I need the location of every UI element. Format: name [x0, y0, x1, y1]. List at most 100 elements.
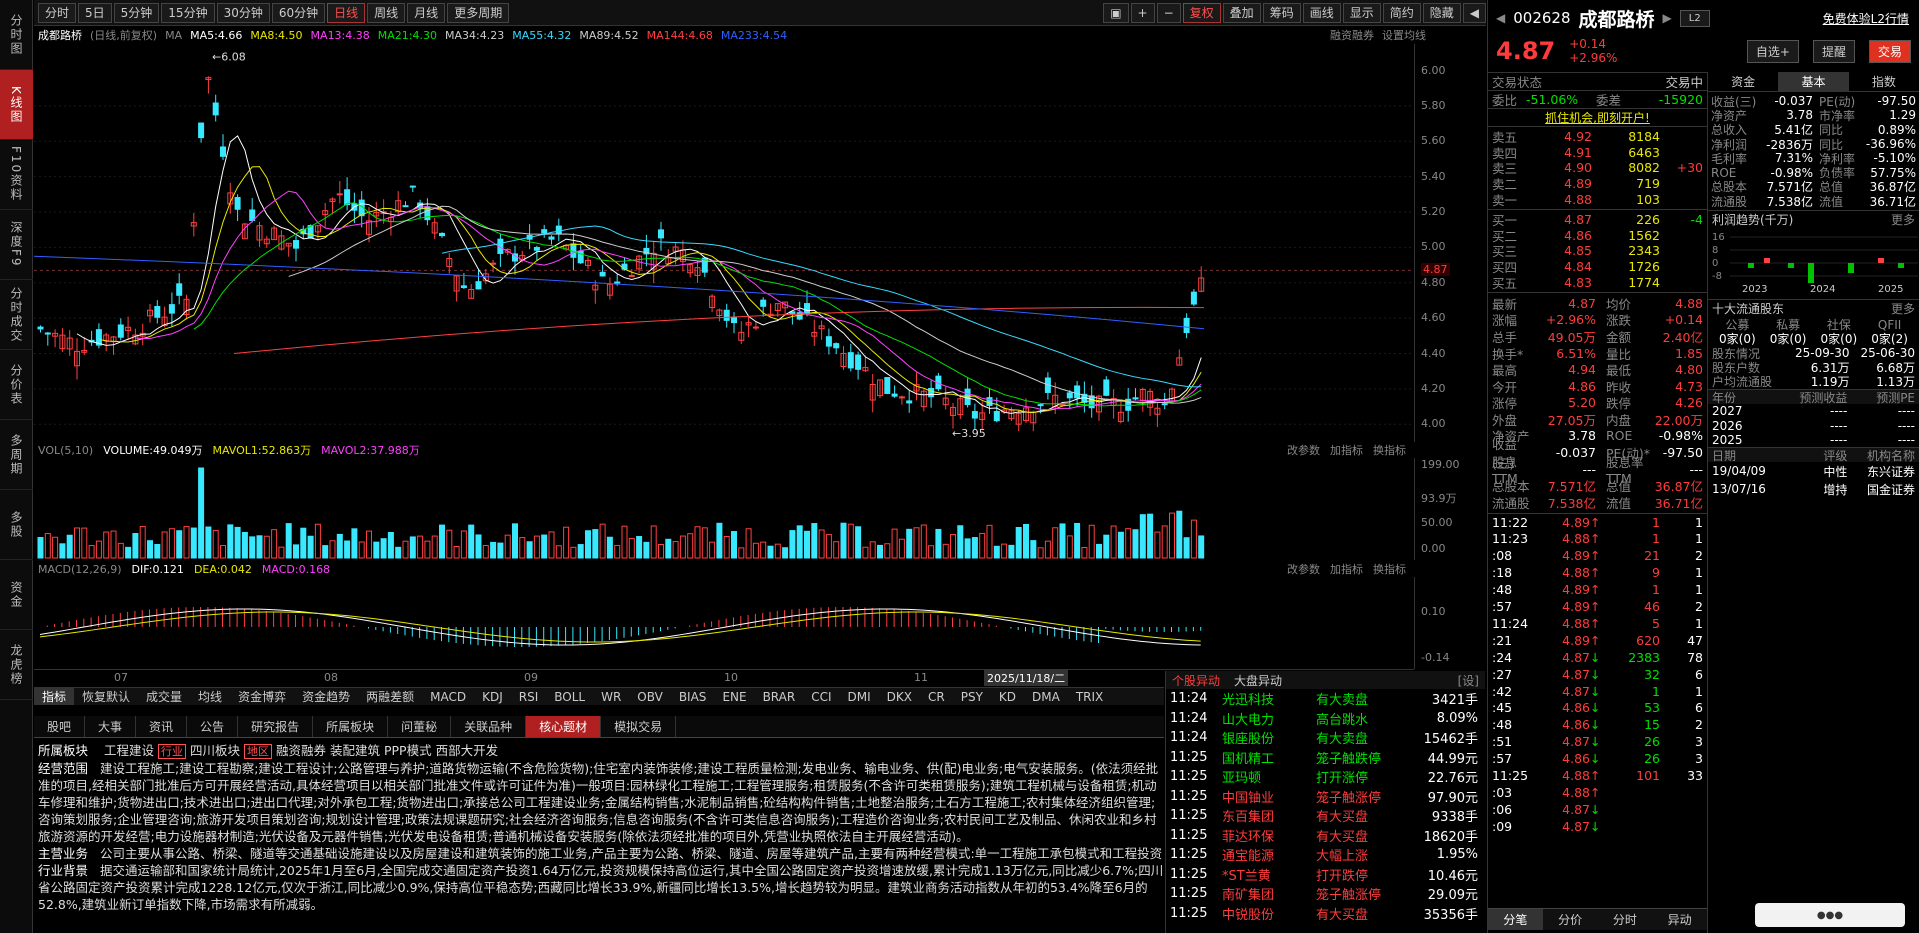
set-ma-button[interactable]: 设置均线	[1382, 27, 1426, 43]
alert-row[interactable]: 11:25 国机精工 笼子触跌停 44.99元	[1166, 748, 1485, 768]
info-tab[interactable]: 核心题材	[526, 716, 602, 737]
period-button[interactable]: 分时	[38, 2, 77, 23]
indicator-tab[interactable]: DMA	[1024, 688, 1068, 705]
sector-tag[interactable]: 融资融券	[276, 743, 326, 758]
alert-row[interactable]: 11:25 *ST兰黄 打开跌停 10.46元	[1166, 865, 1485, 885]
indicator-tab[interactable]: BRAR	[755, 688, 804, 705]
indicator-tab[interactable]: ENE	[714, 688, 754, 705]
tab-index[interactable]: 指数	[1849, 72, 1919, 91]
switch-indicator-button[interactable]: 换指标	[1373, 442, 1406, 458]
alert-row[interactable]: 11:25 南矿集团 笼子触涨停 29.09元	[1166, 884, 1485, 904]
alert-row[interactable]: 11:25 菲达环保 有大买盘 18620手	[1166, 826, 1485, 846]
info-tab[interactable]: 问董秘	[388, 716, 452, 737]
adjust-button[interactable]: 复权	[1182, 2, 1221, 23]
add-indicator-button[interactable]: 加指标	[1330, 442, 1363, 458]
level2-trial-link[interactable]: 免费体验L2行情	[1823, 10, 1909, 27]
tab-basic[interactable]: 基本	[1778, 72, 1849, 91]
nav-item[interactable]: 分时成交	[0, 280, 33, 350]
watchlist-button[interactable]: 自选+	[1746, 39, 1799, 63]
lock-icon[interactable]: ▣	[1103, 2, 1129, 23]
tab-market-alerts[interactable]: 大盘异动	[1234, 672, 1282, 689]
tab-stock-alerts[interactable]: 个股异动	[1172, 672, 1220, 689]
info-tab[interactable]: 关联品种	[451, 716, 527, 737]
info-tab[interactable]: 所属板块	[313, 716, 389, 737]
tab-anomaly[interactable]: 异动	[1652, 909, 1707, 930]
draw-button[interactable]: 画线	[1302, 2, 1341, 23]
period-button[interactable]: 5分钟	[113, 2, 160, 23]
nav-item[interactable]: 深度F9	[0, 210, 33, 280]
indicator-tab[interactable]: KD	[991, 688, 1024, 705]
indicator-tab[interactable]: CCI	[803, 688, 839, 705]
nav-item[interactable]: F10资料	[0, 140, 33, 210]
info-tab[interactable]: 模拟交易	[601, 716, 677, 737]
indicator-tab[interactable]: 均线	[190, 688, 230, 705]
alerts-settings-button[interactable]: [设]	[1458, 672, 1479, 689]
period-button[interactable]: 5日	[78, 2, 112, 23]
tab-price-dist[interactable]: 分价	[1543, 909, 1598, 930]
edit-params-button[interactable]: 改参数	[1287, 561, 1320, 577]
alert-row[interactable]: 11:25 中国铀业 笼子触涨停 97.90元	[1166, 787, 1485, 807]
period-button[interactable]: 60分钟	[271, 2, 326, 23]
edit-params-button[interactable]: 改参数	[1287, 442, 1320, 458]
indicator-tab[interactable]: BOLL	[546, 688, 593, 705]
period-button-daily[interactable]: 日线	[327, 2, 366, 23]
trade-button[interactable]: 交易	[1868, 39, 1911, 63]
indicator-tab[interactable]: PSY	[953, 688, 991, 705]
sector-tag[interactable]: 装配建筑	[330, 743, 380, 758]
info-tab[interactable]: 股吧	[34, 716, 86, 737]
display-button[interactable]: 显示	[1342, 2, 1381, 23]
indicator-tab[interactable]: 恢复默认	[74, 688, 138, 705]
indicator-tab[interactable]: BIAS	[671, 688, 715, 705]
zoom-out-icon[interactable]: −	[1156, 2, 1181, 23]
tab-ticks[interactable]: 分笔	[1488, 909, 1543, 930]
alert-row[interactable]: 11:24 银座股份 有大卖盘 15462手	[1166, 728, 1485, 748]
macd-chart[interactable]	[34, 577, 1414, 669]
prev-stock-icon[interactable]: ◀	[1496, 11, 1505, 25]
collapse-icon[interactable]: ◀	[1462, 2, 1486, 23]
overlay-button[interactable]: 叠加	[1222, 2, 1261, 23]
alert-row[interactable]: 11:25 亚玛顿 打开涨停 22.76元	[1166, 767, 1485, 787]
indicator-tab[interactable]: 指标	[34, 688, 75, 705]
more-periods-button[interactable]: 更多周期	[447, 2, 510, 23]
indicator-tab[interactable]: CR	[920, 688, 953, 705]
kline-chart[interactable]: ←6.08 ←3.95	[34, 44, 1414, 442]
alert-row[interactable]: 11:24 山大电力 高台跳水 8.09%	[1166, 709, 1485, 729]
indicator-tab[interactable]: DMI	[840, 688, 879, 705]
tab-intraday[interactable]: 分时	[1598, 909, 1653, 930]
sector-tag[interactable]: 西部大开发	[436, 743, 499, 758]
info-tab[interactable]: 研究报告	[238, 716, 314, 737]
tab-funds[interactable]: 资金	[1708, 72, 1778, 91]
open-account-link[interactable]: 抓住机会,即刻开户!	[1545, 111, 1650, 125]
indicator-tab[interactable]: KDJ	[474, 688, 511, 705]
switch-indicator-button[interactable]: 换指标	[1373, 561, 1406, 577]
chips-button[interactable]: 筹码	[1262, 2, 1301, 23]
alert-button[interactable]: 提醒	[1812, 39, 1855, 63]
open-account-ad[interactable]: 抓住机会,即刻开户!	[1488, 108, 1707, 126]
indicator-tab[interactable]: 两融差额	[358, 688, 422, 705]
rating-row[interactable]: 13/07/16 增持 国金证券	[1708, 480, 1919, 498]
nav-item[interactable]: 多股	[0, 490, 33, 560]
simple-button[interactable]: 简约	[1382, 2, 1421, 23]
hide-button[interactable]: 隐藏	[1422, 2, 1461, 23]
period-button[interactable]: 30分钟	[216, 2, 270, 23]
indicator-tab[interactable]: RSI	[511, 688, 547, 705]
more-link[interactable]: 更多	[1891, 300, 1915, 317]
sector-tag[interactable]: 四川板块	[190, 743, 240, 758]
indicator-tab[interactable]: 成交量	[138, 688, 190, 705]
indicator-tab[interactable]: OBV	[629, 688, 671, 705]
nav-item[interactable]: 分时图	[0, 0, 33, 70]
info-tab[interactable]: 资讯	[136, 716, 188, 737]
nav-item[interactable]: 多周期	[0, 420, 33, 490]
rating-row[interactable]: 19/04/09 中性 东兴证券	[1708, 462, 1919, 480]
period-button[interactable]: 周线	[367, 2, 406, 23]
margin-button[interactable]: 融资融券	[1330, 27, 1374, 43]
zoom-in-icon[interactable]: +	[1130, 2, 1155, 23]
indicator-tab[interactable]: MACD	[422, 688, 474, 705]
sector-tag[interactable]: PPP模式	[384, 743, 432, 758]
nav-item-kline[interactable]: K线图	[0, 70, 33, 140]
alert-row[interactable]: 11:24 光迅科技 有大卖盘 3421手	[1166, 689, 1485, 709]
indicator-tab[interactable]: DKX	[879, 688, 920, 705]
nav-item[interactable]: 分价表	[0, 350, 33, 420]
more-link[interactable]: 更多	[1891, 211, 1915, 228]
indicator-tab[interactable]: 资金博弈	[230, 688, 294, 705]
